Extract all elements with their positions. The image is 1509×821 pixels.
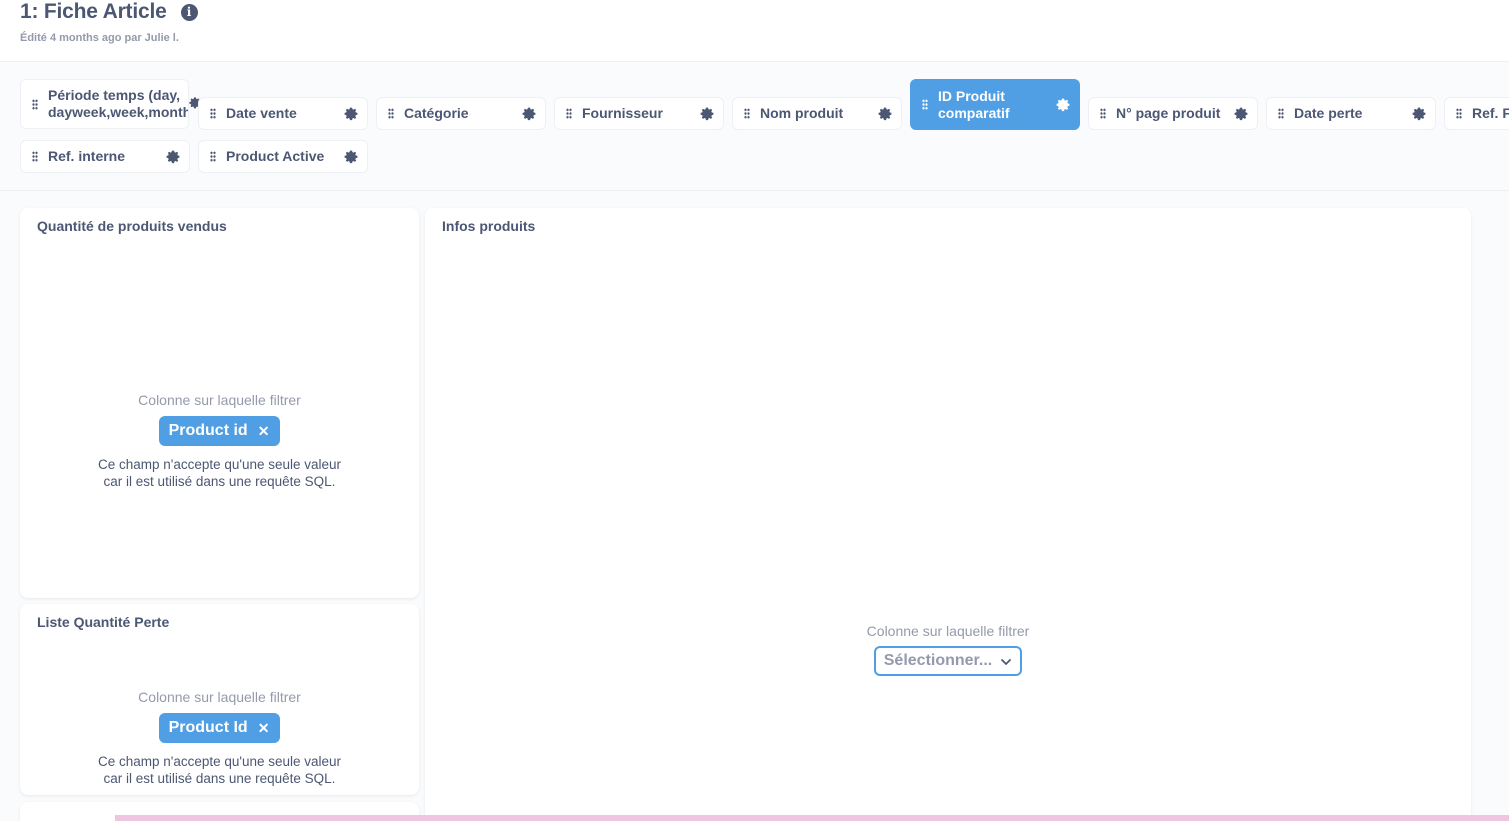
filter-label: Ref. interne [48,148,126,164]
column-label: Colonne sur laquelle filtrer [138,392,301,408]
filter-mapping: Colonne sur laquelle filtrer Product id … [20,392,419,490]
card-loss-list: Liste Quantité Perte Colonne sur laquell… [20,604,419,795]
edited-info[interactable]: Édité 4 months ago par Julie l. [20,32,179,44]
card-qty-sold: Quantité de produits vendus Colonne sur … [20,208,419,598]
filter-label: Date perte [1294,105,1363,121]
filter-label: Ref. Fo [1472,105,1509,121]
filter-date-perte[interactable]: Date perte [1266,97,1436,130]
filter-categorie[interactable]: Catégorie [376,97,546,130]
card-title: Infos produits [442,218,536,234]
filter-label: Product Active [226,148,325,164]
column-pill[interactable]: Product Id ✕ [158,713,281,743]
filter-date-vente[interactable]: Date vente [198,97,368,130]
pill-label: Product Id [168,719,248,736]
drag-handle-icon[interactable] [566,108,572,119]
filter-product-active[interactable]: Product Active [198,140,368,173]
info-icon[interactable]: i [180,3,198,21]
filter-label: Catégorie [404,105,469,121]
filter-mapping: Colonne sur laquelle filtrer Product Id … [20,689,419,787]
gear-icon[interactable] [1233,106,1249,122]
drag-handle-icon[interactable] [1100,108,1106,119]
bottom-toolbar-strip [115,815,1509,821]
filter-ref-fournisseur[interactable]: Ref. Fo [1444,97,1509,130]
card-title: Liste Quantité Perte [37,614,170,630]
page-title[interactable]: 1: Fiche Article [20,0,167,24]
filter-id-produit-comparatif[interactable]: ID Produit comparatif [910,79,1080,130]
column-pill[interactable]: Product id ✕ [158,416,281,446]
sql-note: Ce champ n'accepte qu'une seule valeur c… [20,456,419,490]
gear-icon[interactable] [343,106,359,122]
filter-ref-interne[interactable]: Ref. interne [20,140,190,173]
filter-numero-page-produit[interactable]: N° page produit [1088,97,1258,130]
gear-icon[interactable] [877,106,893,122]
close-icon[interactable]: ✕ [258,720,270,737]
drag-handle-icon[interactable] [388,108,394,119]
select-placeholder: Sélectionner... [883,652,993,669]
column-label: Colonne sur laquelle filtrer [138,689,301,705]
column-select[interactable]: Sélectionner... [873,646,1023,676]
gear-icon[interactable] [1055,97,1071,113]
drag-handle-icon[interactable] [210,108,216,119]
card-title: Quantité de produits vendus [37,218,227,234]
sql-note-line: car il est utilisé dans une requête SQL. [103,474,336,489]
column-label: Colonne sur laquelle filtrer [866,623,1030,639]
drag-handle-icon[interactable] [922,99,928,110]
drag-handle-icon[interactable] [1278,108,1284,119]
gear-icon[interactable] [1411,106,1427,122]
pill-label: Product id [168,422,248,439]
filter-label: Nom produit [760,105,844,121]
gear-icon[interactable] [343,149,359,165]
filter-label: Période temps (day, dayweek,week,month) [48,87,188,120]
filters-bar: Période temps (day, dayweek,week,month) … [0,63,1509,191]
sql-note-line: car il est utilisé dans une requête SQL. [103,771,336,786]
gear-icon[interactable] [521,106,537,122]
close-icon[interactable]: ✕ [258,423,270,440]
filter-periode-temps[interactable]: Période temps (day, dayweek,week,month) [20,79,189,129]
title-row: 1: Fiche Article i [20,0,198,24]
drag-handle-icon[interactable] [1456,108,1462,119]
filter-mapping: Colonne sur laquelle filtrer Sélectionne… [425,623,1471,676]
sql-note-line: Ce champ n'accepte qu'une seule valeur [97,457,342,472]
filter-label: Date vente [226,105,297,121]
dashboard-header: 1: Fiche Article i Édité 4 months ago pa… [0,0,1509,62]
card-product-info: Infos produits Colonne sur laquelle filt… [425,208,1471,821]
drag-handle-icon[interactable] [744,108,750,119]
filter-nom-produit[interactable]: Nom produit [732,97,902,130]
drag-handle-icon[interactable] [32,151,38,162]
filter-label: Fournisseur [582,105,663,121]
drag-handle-icon[interactable] [210,151,216,162]
sql-note: Ce champ n'accepte qu'une seule valeur c… [20,753,419,787]
drag-handle-icon[interactable] [32,98,38,110]
chevron-down-icon [1000,655,1012,667]
gear-icon[interactable] [165,149,181,165]
filter-label: ID Produit comparatif [938,87,1010,121]
gear-icon[interactable] [699,106,715,122]
filter-fournisseur[interactable]: Fournisseur [554,97,724,130]
filter-label: N° page produit [1116,105,1221,121]
sql-note-line: Ce champ n'accepte qu'une seule valeur [97,754,342,769]
